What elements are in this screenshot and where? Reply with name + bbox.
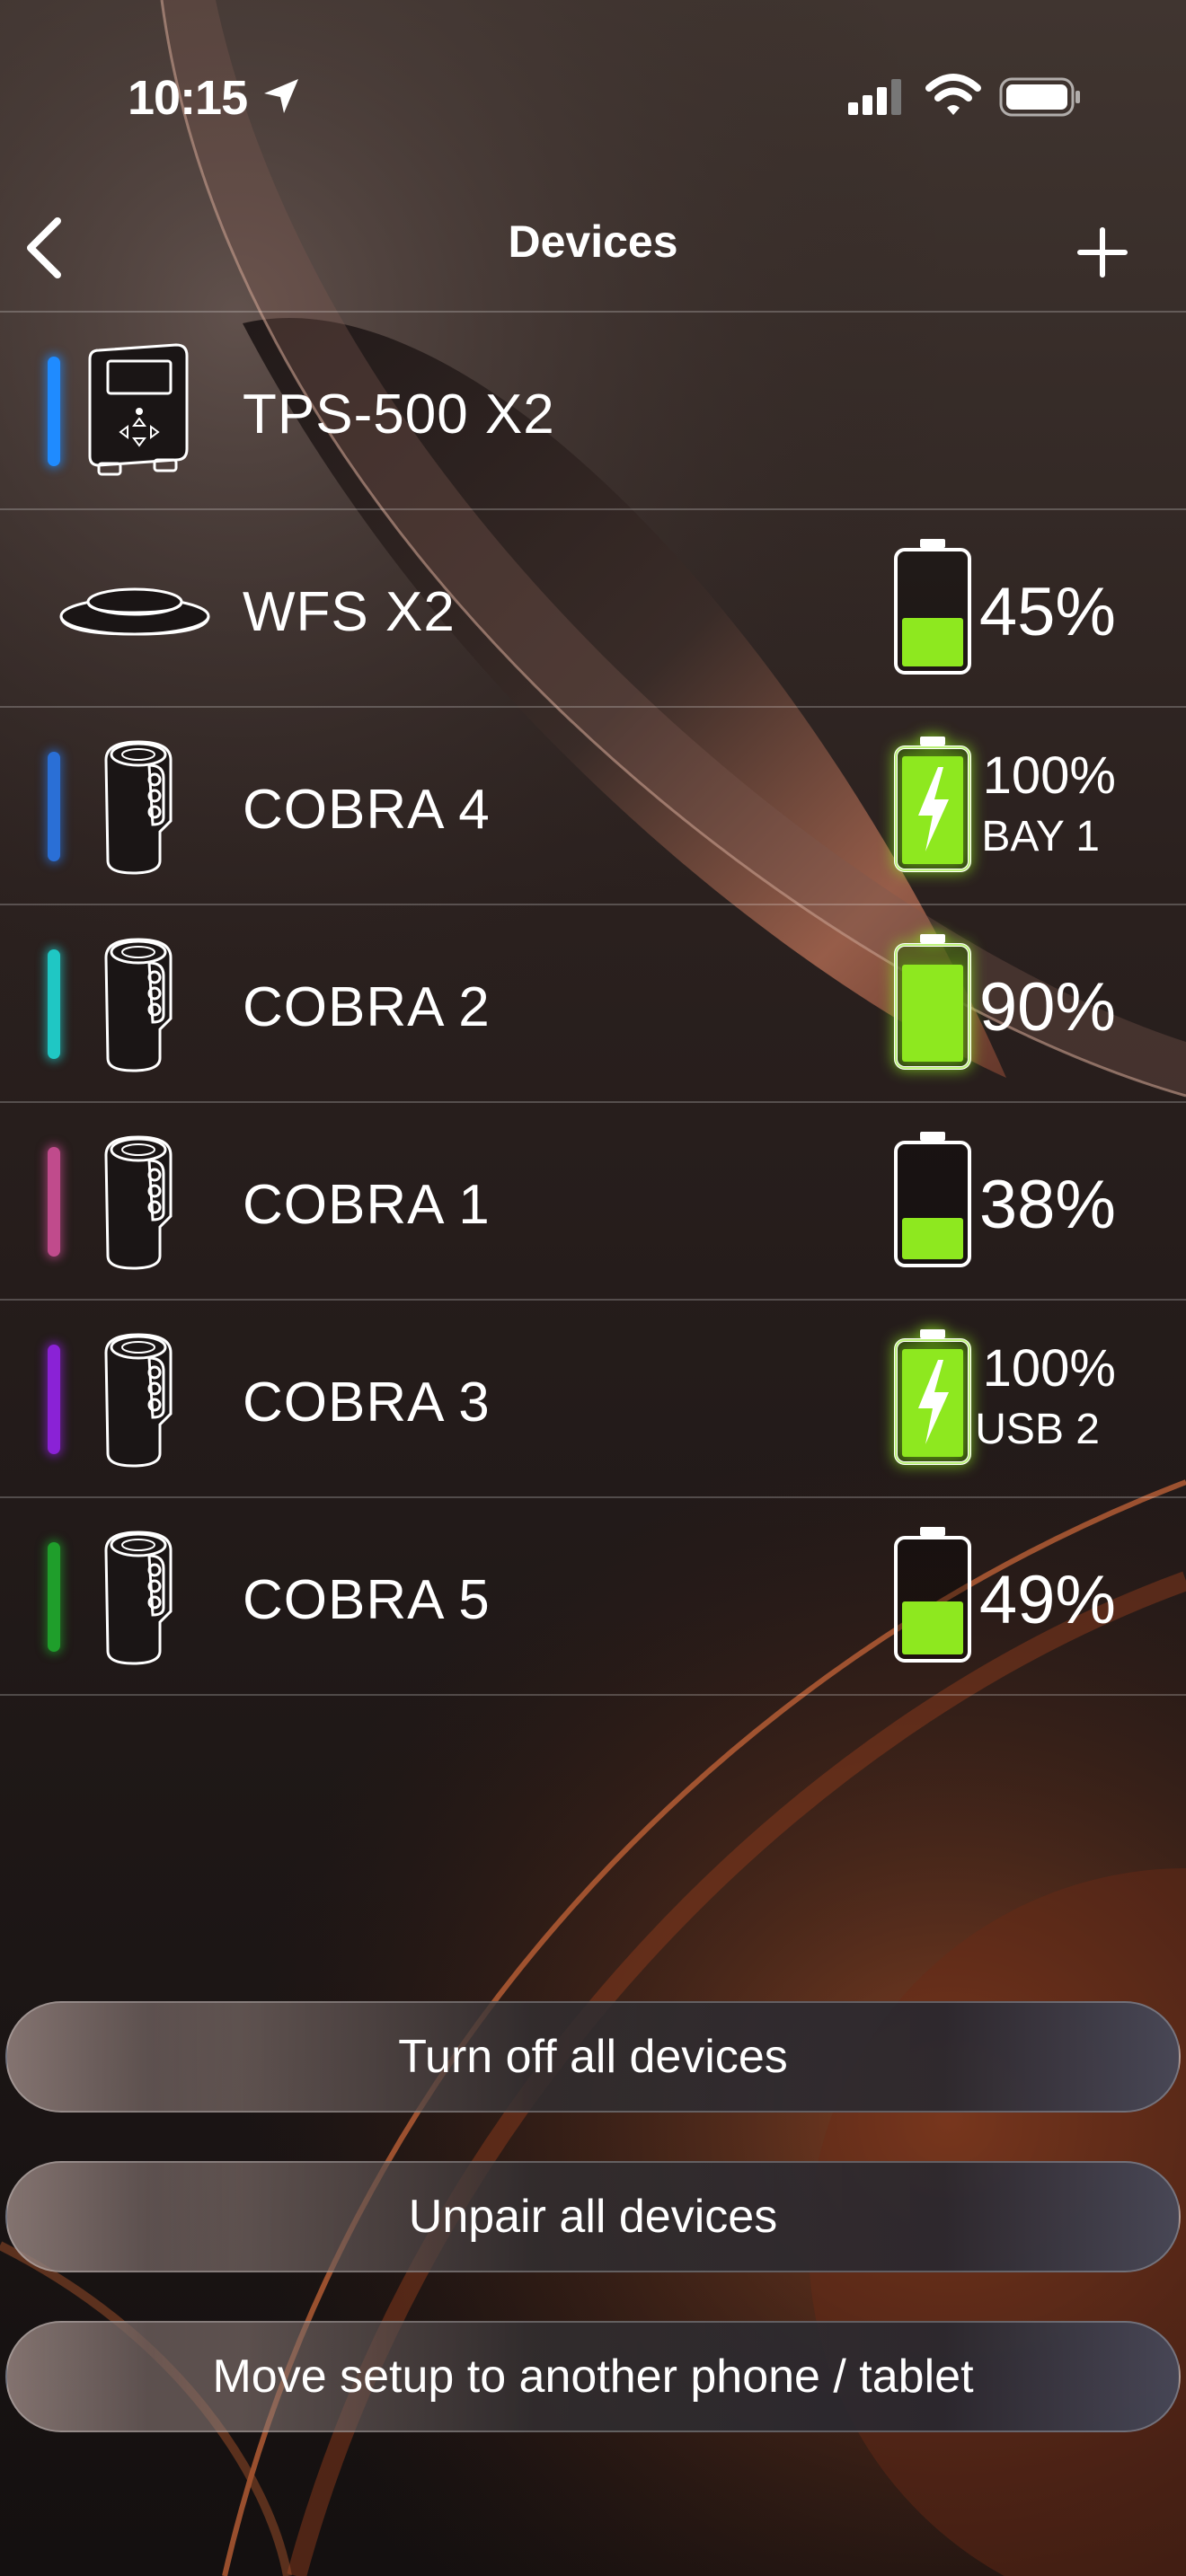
battery-icon: [894, 1329, 971, 1465]
unpair-all-button[interactable]: Unpair all devices: [5, 2161, 1181, 2272]
location-arrow-icon: [264, 79, 298, 113]
device-color-indicator: [48, 949, 60, 1059]
device-color-indicator: [48, 1542, 60, 1652]
device-name: COBRA 5: [243, 1569, 491, 1631]
battery-percent: 45%: [978, 574, 1116, 650]
cobra-pen-icon: [104, 740, 173, 875]
cobra-pen-icon: [104, 938, 173, 1072]
device-color-indicator: [48, 1345, 60, 1454]
battery-percent: 90%: [978, 969, 1116, 1045]
charging-source-label: USB 2: [975, 1406, 1100, 1453]
device-row[interactable]: COBRA 1 38%: [0, 1101, 1186, 1299]
device-name: COBRA 1: [243, 1174, 491, 1236]
status-battery-icon: [999, 77, 1080, 117]
device-color-indicator: [48, 357, 60, 466]
control-unit-icon: [88, 343, 189, 476]
device-list: TPS-500 X2 WFS X2 45% COBRA 4 100% BAY 1…: [0, 311, 1186, 1696]
device-color-indicator: [48, 752, 60, 861]
cobra-pen-icon: [104, 1531, 173, 1665]
device-name: WFS X2: [243, 581, 456, 643]
battery-icon: [894, 1527, 971, 1663]
foot-switch-icon: [59, 587, 210, 636]
device-name: TPS-500 X2: [243, 384, 555, 446]
device-row[interactable]: COBRA 3 100% USB 2: [0, 1299, 1186, 1496]
battery-icon: [894, 737, 971, 872]
charging-source-label: BAY 1: [981, 813, 1100, 860]
battery-percent: 38%: [978, 1167, 1116, 1243]
device-name: COBRA 4: [243, 779, 491, 841]
device-row[interactable]: WFS X2 45%: [0, 508, 1186, 706]
device-row[interactable]: COBRA 2 90%: [0, 904, 1186, 1101]
move-setup-button[interactable]: Move setup to another phone / tablet: [5, 2321, 1181, 2432]
device-row[interactable]: COBRA 5 49%: [0, 1496, 1186, 1696]
battery-percent: 49%: [978, 1562, 1116, 1638]
device-row[interactable]: COBRA 4 100% BAY 1: [0, 706, 1186, 904]
device-name: COBRA 2: [243, 976, 491, 1038]
turn-off-all-button[interactable]: Turn off all devices: [5, 2001, 1181, 2113]
battery-icon: [894, 539, 971, 675]
battery-percent: 100%: [982, 746, 1116, 805]
device-name: COBRA 3: [243, 1372, 491, 1434]
wifi-icon: [925, 74, 981, 115]
page-title: Devices: [508, 216, 678, 267]
battery-icon: [894, 934, 971, 1070]
battery-icon: [894, 1132, 971, 1267]
device-row[interactable]: TPS-500 X2: [0, 311, 1186, 508]
cobra-pen-icon: [104, 1333, 173, 1468]
cobra-pen-icon: [104, 1135, 173, 1270]
cellular-signal-icon: [848, 79, 901, 115]
battery-percent: 100%: [982, 1339, 1116, 1398]
device-color-indicator: [48, 1147, 60, 1257]
add-device-button[interactable]: [1071, 221, 1134, 284]
status-time: 10:15: [128, 71, 248, 125]
